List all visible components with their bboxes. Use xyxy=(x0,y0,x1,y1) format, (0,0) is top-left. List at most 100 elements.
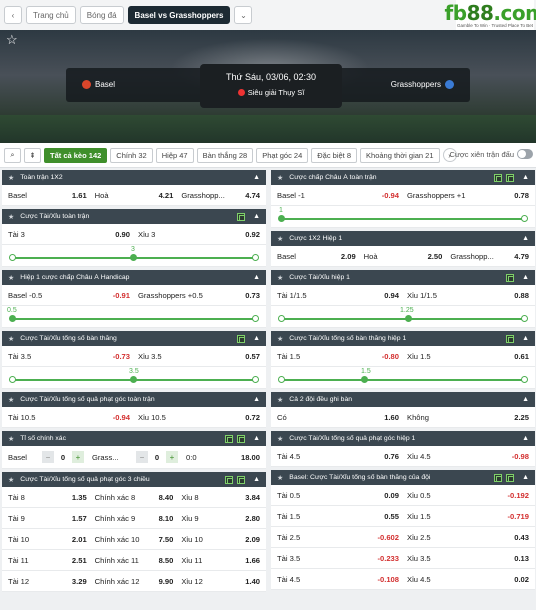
odds-cell[interactable]: Tài 12 3.29 xyxy=(8,577,95,586)
market-header[interactable]: ★ Basel: Cược Tài/Xỉu tổng số bàn thắng c… xyxy=(271,470,535,485)
back-button[interactable]: ‹ xyxy=(4,6,22,24)
filter-goals[interactable]: Bàn thắng 28 xyxy=(196,147,254,163)
odds-cell[interactable]: Tài 3.5 -0.233 xyxy=(277,554,407,563)
odds-cell[interactable]: Hoà 4.21 xyxy=(95,191,182,200)
breadcrumb-football[interactable]: Bóng đá xyxy=(79,6,124,24)
pin-icon[interactable]: ★ xyxy=(8,174,14,182)
filter-main[interactable]: Chính 32 xyxy=(110,147,153,163)
odds-cell[interactable]: Tài 3 0.90 xyxy=(8,230,138,239)
line-slider[interactable]: 1.25 xyxy=(271,306,535,328)
collapse-icon[interactable]: ▲ xyxy=(522,174,529,181)
collapse-icon[interactable]: ▲ xyxy=(253,435,260,442)
home-plus-button[interactable]: + xyxy=(72,451,84,463)
odds-cell[interactable]: Xỉu 3.5 0.57 xyxy=(138,352,260,361)
odds-cell[interactable]: Tài 10 2.01 xyxy=(8,535,95,544)
market-header[interactable]: ★ Cược chấp Châu Á toàn trận ▲ xyxy=(271,170,535,185)
brand-logo[interactable]: fb88.com Gamble To Win · Trusted Place T… xyxy=(445,0,536,30)
pin-icon[interactable]: ★ xyxy=(277,335,283,343)
odds-cell[interactable]: Chính xác 11 8.50 xyxy=(95,556,182,565)
odds-cell[interactable]: Xỉu 1.5 0.61 xyxy=(407,352,529,361)
pin-icon[interactable]: ★ xyxy=(8,435,14,443)
line-slider[interactable]: 1.5 xyxy=(271,367,535,389)
pin-icon[interactable]: ★ xyxy=(8,213,14,221)
grid-view-icon[interactable] xyxy=(506,473,515,482)
odds-cell[interactable]: Tài 2.5 -0.602 xyxy=(277,533,407,542)
grid-view-icon[interactable] xyxy=(225,475,234,484)
market-header[interactable]: ★ Cược Tài/Xỉu toàn trận ▲ xyxy=(2,209,266,224)
odds-cell[interactable]: Tài 4.5 -0.108 xyxy=(277,575,407,584)
match-dropdown-button[interactable]: ⌄ xyxy=(234,6,253,24)
filter-special[interactable]: Đặc biệt 8 xyxy=(311,147,358,163)
pin-icon[interactable]: ★ xyxy=(277,435,283,443)
odds-cell[interactable]: Basel 1.61 xyxy=(8,191,95,200)
pin-icon[interactable]: ★ xyxy=(277,235,283,243)
market-header[interactable]: ★ Cược 1X2 Hiệp 1 ▲ xyxy=(271,231,535,246)
collapse-all-button[interactable]: ⇞ xyxy=(24,147,41,163)
search-button[interactable]: ⌕ xyxy=(4,147,21,163)
odds-cell[interactable]: Grasshoppers +0.5 0.73 xyxy=(138,291,260,300)
collapse-icon[interactable]: ▲ xyxy=(522,474,529,481)
filter-period[interactable]: Khoảng thời gian 21 xyxy=(360,147,440,163)
odds-cell[interactable]: Grasshopp... 4.79 xyxy=(450,252,529,261)
collapse-icon[interactable]: ▲ xyxy=(253,274,260,281)
collapse-icon[interactable]: ▲ xyxy=(522,335,529,342)
odds-cell[interactable]: Hoà 2.50 xyxy=(364,252,451,261)
pin-icon[interactable]: ★ xyxy=(277,474,283,482)
odds-cell[interactable]: Grasshopp... 4.74 xyxy=(181,191,260,200)
odds-cell[interactable]: Xỉu 9 2.80 xyxy=(181,514,260,523)
collapse-icon[interactable]: ▲ xyxy=(253,174,260,181)
odds-cell[interactable]: Chính xác 8 8.40 xyxy=(95,493,182,502)
pin-icon[interactable]: ★ xyxy=(277,396,283,404)
odds-cell[interactable]: Tài 8 1.35 xyxy=(8,493,95,502)
filter-half[interactable]: Hiệp 47 xyxy=(155,147,194,163)
grid-view-icon[interactable] xyxy=(237,475,246,484)
market-header[interactable]: ★ Cả 2 đội đều ghi bàn ▲ xyxy=(271,392,535,407)
favorite-star-icon[interactable]: ☆ xyxy=(6,32,18,48)
market-header[interactable]: ★ Cược Tài/Xỉu tổng số quả phạt góc toàn … xyxy=(2,392,266,407)
grid-view-icon[interactable] xyxy=(237,434,246,443)
odds-cell[interactable]: Grasshoppers +1 0.78 xyxy=(407,191,529,200)
odds-cell[interactable]: Chính xác 10 7.50 xyxy=(95,535,182,544)
odds-cell[interactable]: Xỉu 3.5 0.13 xyxy=(407,554,529,563)
odds-cell[interactable]: Tài 4.5 0.76 xyxy=(277,452,407,461)
grid-view-icon[interactable] xyxy=(506,273,515,282)
grid-view-icon[interactable] xyxy=(237,212,246,221)
parlay-toggle[interactable] xyxy=(517,149,533,159)
pin-icon[interactable]: ★ xyxy=(8,476,14,484)
line-slider[interactable]: 0.5 xyxy=(2,306,266,328)
grid-view-icon[interactable] xyxy=(494,173,503,182)
collapse-icon[interactable]: ▲ xyxy=(522,435,529,442)
home-minus-button[interactable]: − xyxy=(42,451,54,463)
collapse-icon[interactable]: ▲ xyxy=(253,335,260,342)
odds-cell[interactable]: Xỉu 4.5 -0.98 xyxy=(407,452,529,461)
collapse-icon[interactable]: ▲ xyxy=(253,396,260,403)
odds-cell[interactable]: Xỉu 10 2.09 xyxy=(181,535,260,544)
odds-cell[interactable]: Xỉu 2.5 0.43 xyxy=(407,533,529,542)
collapse-icon[interactable]: ▲ xyxy=(522,235,529,242)
away-minus-button[interactable]: − xyxy=(136,451,148,463)
breadcrumb-home[interactable]: Trang chủ xyxy=(26,6,76,24)
market-header[interactable]: ★ Toàn trận 1X2 ▲ xyxy=(2,170,266,185)
odds-cell[interactable]: Basel -1 -0.94 xyxy=(277,191,407,200)
market-header[interactable]: ★ Cược Tài/Xỉu hiệp 1 ▲ xyxy=(271,270,535,285)
collapse-icon[interactable]: ▲ xyxy=(253,476,260,483)
odds-cell[interactable]: Xỉu 4.5 0.02 xyxy=(407,575,529,584)
odds-cell[interactable]: Xỉu 0.5 -0.192 xyxy=(407,491,529,500)
pin-icon[interactable]: ★ xyxy=(277,274,283,282)
odds-cell[interactable]: Tài 1.5 0.55 xyxy=(277,512,407,521)
score-odds[interactable]: 18.00 xyxy=(241,453,260,462)
away-plus-button[interactable]: + xyxy=(166,451,178,463)
odds-cell[interactable]: Tài 1.5 -0.80 xyxy=(277,352,407,361)
odds-cell[interactable]: Xỉu 1.5 -0.719 xyxy=(407,512,529,521)
collapse-icon[interactable]: ▲ xyxy=(253,213,260,220)
breadcrumb-match[interactable]: Basel vs Grasshoppers xyxy=(127,6,231,24)
collapse-icon[interactable]: ▲ xyxy=(522,274,529,281)
odds-cell[interactable]: Xỉu 1/1.5 0.88 xyxy=(407,291,529,300)
pin-icon[interactable]: ★ xyxy=(8,396,14,404)
odds-cell[interactable]: Tài 1/1.5 0.94 xyxy=(277,291,407,300)
grid-view-icon[interactable] xyxy=(237,334,246,343)
grid-view-icon[interactable] xyxy=(506,334,515,343)
odds-cell[interactable]: Xỉu 3 0.92 xyxy=(138,230,260,239)
odds-cell[interactable]: Tài 9 1.57 xyxy=(8,514,95,523)
pin-icon[interactable]: ★ xyxy=(277,174,283,182)
